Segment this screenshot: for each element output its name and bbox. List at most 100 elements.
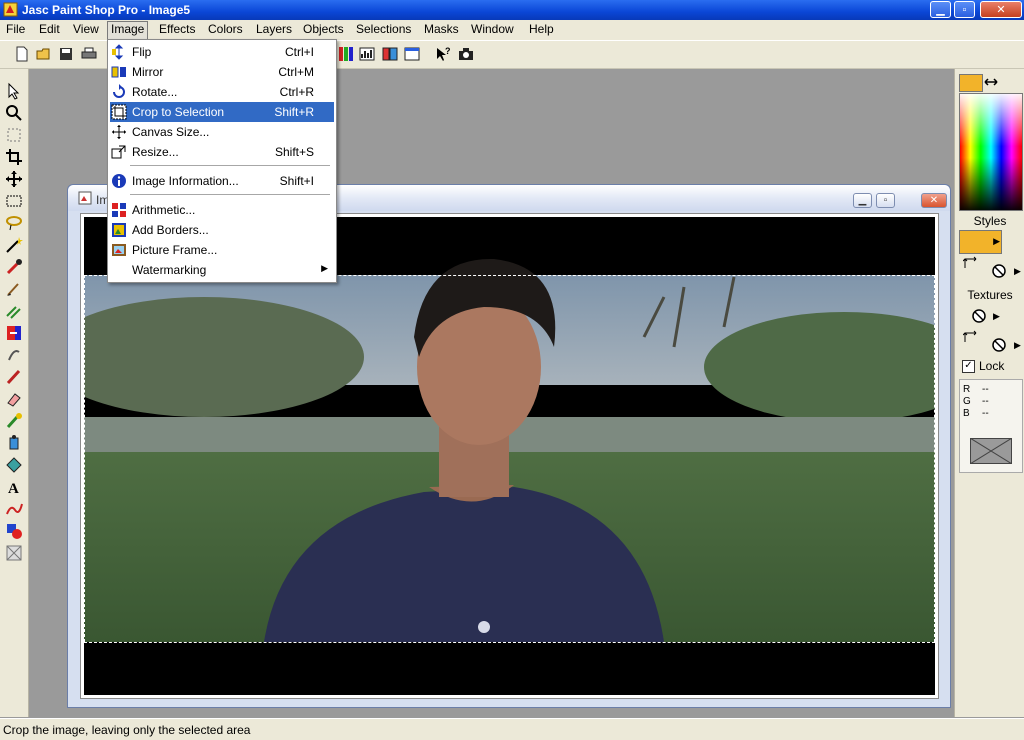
help-pointer-icon[interactable]: ? xyxy=(434,45,452,63)
red-value: -- xyxy=(982,384,989,395)
minimize-button[interactable]: ▁ xyxy=(930,1,951,18)
image-canvas[interactable] xyxy=(80,213,939,699)
selection-tool-icon[interactable] xyxy=(5,192,23,210)
mover-tool-icon[interactable] xyxy=(5,170,23,188)
menu-layers[interactable]: Layers xyxy=(253,21,295,38)
open-folder-icon[interactable] xyxy=(35,45,53,63)
image-document-icon xyxy=(78,191,92,205)
red-label: R xyxy=(963,384,971,395)
camera-icon[interactable] xyxy=(457,45,475,63)
menu-image[interactable]: Image xyxy=(107,21,149,40)
menu-edit[interactable]: Edit xyxy=(36,21,63,38)
menu-help[interactable]: Help xyxy=(526,21,557,38)
preset-shapes-icon[interactable] xyxy=(5,522,23,540)
menu-file[interactable]: File xyxy=(3,21,28,38)
image-close-button[interactable]: ✕ xyxy=(921,193,947,208)
menu-objects[interactable]: Objects xyxy=(300,21,347,38)
freehand-tool-icon[interactable] xyxy=(5,214,23,232)
paint-brush-icon[interactable] xyxy=(5,280,23,298)
menu-item-shortcut: Shift+I xyxy=(279,174,314,188)
lock-label: Lock xyxy=(979,359,1005,373)
menu-item-label: Arithmetic... xyxy=(132,203,196,217)
image-restore-button[interactable]: ▫ xyxy=(876,193,895,208)
blue-value: -- xyxy=(982,408,989,419)
menu-item-watermarking[interactable]: Watermarking ▶ xyxy=(110,260,334,280)
no-background-texture-icon xyxy=(992,338,1006,352)
menu-item-arithmetic[interactable]: Arithmetic... xyxy=(110,200,334,220)
picture-tube-icon[interactable] xyxy=(5,412,23,430)
menu-item-label: Image Information... xyxy=(132,174,239,188)
tool-palette: A xyxy=(0,69,29,717)
info-icon xyxy=(112,174,126,188)
color-palette-icon[interactable] xyxy=(381,45,399,63)
swap-colors-icon[interactable] xyxy=(984,75,998,89)
airbrush-icon[interactable] xyxy=(5,434,23,452)
picture-frame-icon xyxy=(112,244,126,256)
clone-brush-icon[interactable] xyxy=(5,302,23,320)
menu-item-label: Crop to Selection xyxy=(132,105,225,119)
menu-window[interactable]: Window xyxy=(468,21,517,38)
close-button[interactable]: ✕ xyxy=(980,1,1022,18)
dropper-tool-icon[interactable] xyxy=(5,258,23,276)
menu-item-label: Mirror xyxy=(132,65,164,79)
lock-checkbox[interactable]: ✓ xyxy=(962,360,975,373)
crop-tool-icon[interactable] xyxy=(5,148,23,166)
menu-item-crop-to-selection[interactable]: Crop to Selection Shift+R xyxy=(110,102,334,122)
menu-colors[interactable]: Colors xyxy=(205,21,246,38)
no-color-preview-icon xyxy=(970,438,1012,464)
draw-tool-icon[interactable] xyxy=(5,500,23,518)
new-file-icon[interactable] xyxy=(13,45,31,63)
print-icon[interactable] xyxy=(80,45,98,63)
menu-item-resize[interactable]: Resize... Shift+S xyxy=(110,142,334,162)
swap-textures-icon[interactable] xyxy=(963,330,979,344)
scratch-remover-icon[interactable] xyxy=(5,368,23,386)
background-texture-none[interactable]: ▶ xyxy=(989,335,1021,355)
color-replacer-icon[interactable] xyxy=(5,324,23,342)
save-icon[interactable] xyxy=(57,45,75,63)
menu-view[interactable]: View xyxy=(70,21,102,38)
histogram-icon[interactable] xyxy=(337,45,355,63)
menu-item-rotate[interactable]: Rotate... Ctrl+R xyxy=(110,82,334,102)
zoom-tool-icon[interactable] xyxy=(5,104,23,122)
background-texture-dropdown-icon: ▶ xyxy=(1014,340,1021,350)
menu-item-picture-frame[interactable]: Picture Frame... xyxy=(110,240,334,260)
color-spectrum[interactable] xyxy=(959,93,1023,211)
arrow-tool-icon[interactable] xyxy=(5,82,23,100)
menu-item-flip[interactable]: Flip Ctrl+I xyxy=(110,42,334,62)
menu-item-add-borders[interactable]: Add Borders... xyxy=(110,220,334,240)
green-value: -- xyxy=(982,396,989,407)
color-info-box: R -- G -- B -- xyxy=(959,379,1023,473)
svg-text:A: A xyxy=(8,481,19,496)
menu-effects[interactable]: Effects xyxy=(156,21,198,38)
texture-swatch[interactable]: ▶ xyxy=(959,305,1001,327)
arithmetic-icon xyxy=(112,203,126,217)
menu-item-label: Flip xyxy=(132,45,152,59)
deformation-tool-icon[interactable] xyxy=(5,126,23,144)
crop-icon xyxy=(111,104,127,120)
menu-item-shortcut: Ctrl+I xyxy=(284,45,314,59)
swap-styles-icon[interactable] xyxy=(963,256,979,270)
text-tool-icon[interactable]: A xyxy=(5,478,23,496)
svg-text:?: ? xyxy=(445,46,451,56)
flood-fill-icon[interactable] xyxy=(5,456,23,474)
foreground-swatch[interactable] xyxy=(959,74,983,92)
menu-item-image-information[interactable]: Image Information... Shift+I xyxy=(110,171,334,191)
photo-image xyxy=(84,217,935,695)
menu-item-label: Rotate... xyxy=(132,85,178,99)
histogram-window-icon[interactable] xyxy=(358,45,376,63)
eraser-tool-icon[interactable] xyxy=(5,390,23,408)
overview-window-icon[interactable] xyxy=(403,45,421,63)
paint-shop-pro-icon xyxy=(3,2,18,17)
image-minimize-button[interactable]: ▁ xyxy=(853,193,872,208)
restore-button[interactable]: ▫ xyxy=(954,1,975,18)
menu-item-mirror[interactable]: Mirror Ctrl+M xyxy=(110,62,334,82)
object-selector-icon[interactable] xyxy=(5,544,23,562)
magic-wand-icon[interactable] xyxy=(5,236,23,254)
menu-masks[interactable]: Masks xyxy=(421,21,462,38)
background-style-none[interactable]: ▶ xyxy=(989,261,1021,281)
retouch-tool-icon[interactable] xyxy=(5,346,23,364)
menu-item-canvas-size[interactable]: Canvas Size... xyxy=(110,122,334,142)
menu-item-label: Watermarking xyxy=(132,263,207,277)
menu-selections[interactable]: Selections xyxy=(353,21,414,38)
styles-swatch[interactable]: ▶ xyxy=(959,230,1002,254)
